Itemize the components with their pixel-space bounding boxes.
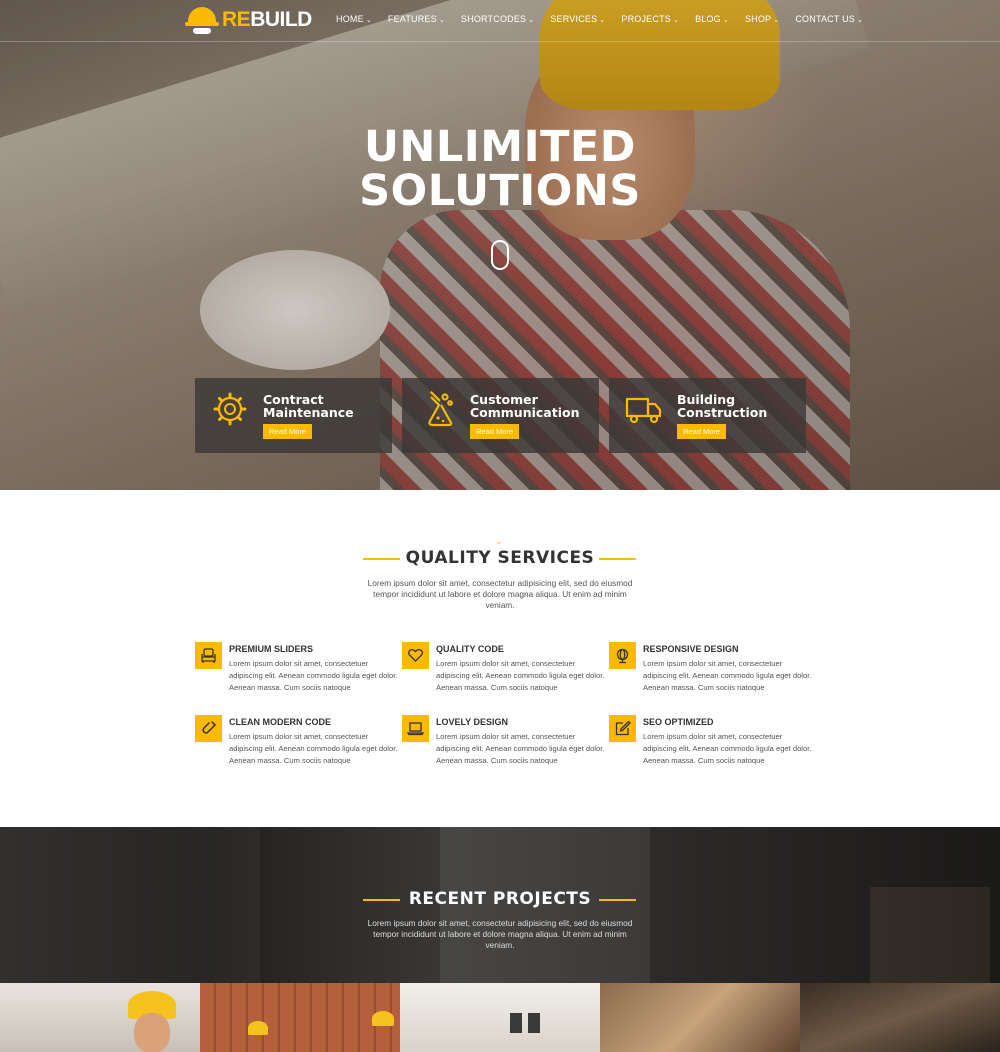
project-thumbnail-tools[interactable] [600, 983, 800, 1052]
logo-text: REBUILD [222, 8, 312, 31]
menu-item-services[interactable]: SERVICES ⌄ [550, 14, 605, 24]
recent-projects-description: Lorem ipsum dolor sit amet, consectetur … [367, 918, 633, 950]
chevron-down-icon: ⌄ [365, 17, 372, 24]
service-text: Lorem ipsum dolor sit amet, consectetuer… [436, 732, 605, 765]
menu-item-blog[interactable]: BLOG ⌄ [695, 14, 729, 24]
project-thumbnail-bricks[interactable] [200, 983, 400, 1052]
menu-item-contact[interactable]: CONTACT US ⌄ [795, 14, 863, 24]
service-text: Lorem ipsum dolor sit amet, consectetuer… [643, 659, 812, 692]
magnet-icon [195, 715, 222, 742]
laptop-icon [402, 715, 429, 742]
chevron-down-icon: ⌄ [528, 17, 535, 24]
menu-item-home[interactable]: HOME ⌄ [336, 14, 372, 24]
service-title: QUALITY CODE [436, 644, 504, 654]
chevron-down-icon: ⌄ [599, 17, 606, 24]
project-thumbnails [0, 983, 1000, 1052]
project-thumbnail-interior[interactable] [400, 983, 600, 1052]
scroll-mouse-icon[interactable] [491, 240, 509, 270]
chevron-down-icon: ⌄ [773, 17, 780, 24]
project-thumbnail-worker[interactable] [0, 983, 200, 1052]
feature-title: Contract Maintenance [263, 392, 354, 420]
chevron-down-icon: ⌄ [857, 17, 864, 24]
chevron-down-icon: ⌄ [438, 17, 445, 24]
heart-icon [402, 642, 429, 669]
flask-icon [428, 391, 453, 427]
feature-box-contract-maintenance: Contract Maintenance Read More [195, 378, 392, 453]
service-clean-modern-code: CLEAN MODERN CODE Lorem ipsum dolor sit … [195, 715, 397, 775]
site-logo[interactable]: REBUILD [185, 5, 312, 35]
service-responsive-design: RESPONSIVE DESIGN Lorem ipsum dolor sit … [609, 642, 811, 702]
service-premium-sliders: PREMIUM SLIDERS Lorem ipsum dolor sit am… [195, 642, 397, 702]
project-thumbnail-attic[interactable] [800, 983, 1000, 1052]
hero-title: UNLIMITED SOLUTIONS [359, 122, 641, 216]
recent-projects-title: RECENT PROJECTS [408, 889, 592, 909]
title-divider-right [599, 899, 636, 901]
main-menu: HOME ⌄ FEATURES ⌄ SHORTCODES ⌄ SERVICES ⌄ PR… [336, 14, 879, 24]
service-text: Lorem ipsum dolor sit amet, consectetuer… [229, 659, 398, 692]
quality-services-description: Lorem ipsum dolor sit amet, consectetur … [367, 578, 633, 610]
hardhat-logo-icon [185, 5, 219, 35]
menu-item-projects[interactable]: PROJECTS ⌄ [621, 14, 679, 24]
menu-item-shortcodes[interactable]: SHORTCODES ⌄ [461, 14, 534, 24]
title-divider-right [599, 558, 636, 560]
globe-icon [609, 642, 636, 669]
service-title: SEO OPTIMIZED [643, 717, 714, 727]
chevron-down-icon: ⌄ [495, 536, 503, 546]
service-text: Lorem ipsum dolor sit amet, consectetuer… [643, 732, 812, 765]
service-title: CLEAN MODERN CODE [229, 717, 332, 727]
menu-item-shop[interactable]: SHOP ⌄ [745, 14, 779, 24]
service-text: Lorem ipsum dolor sit amet, consectetuer… [436, 659, 605, 692]
couch-icon [195, 642, 222, 669]
feature-box-building-construction: Building Construction Read More [609, 378, 806, 453]
truck-icon [625, 397, 662, 424]
service-quality-code: QUALITY CODE Lorem ipsum dolor sit amet,… [402, 642, 604, 702]
chevron-down-icon: ⌄ [722, 17, 729, 24]
service-lovely-design: LOVELY DESIGN Lorem ipsum dolor sit amet… [402, 715, 604, 775]
service-title: PREMIUM SLIDERS [229, 644, 314, 654]
read-more-button[interactable]: Read More [263, 424, 313, 439]
edit-icon [609, 715, 636, 742]
service-title: RESPONSIVE DESIGN [643, 644, 739, 654]
service-seo-optimized: SEO OPTIMIZED Lorem ipsum dolor sit amet… [609, 715, 811, 775]
chevron-down-icon: ⌄ [672, 17, 680, 24]
menu-item-features[interactable]: FEATURES ⌄ [388, 14, 445, 24]
top-navigation: REBUILD HOME ⌄ FEATURES ⌄ SHORTCODES ⌄ SERV… [0, 0, 1000, 42]
feature-box-customer-communication: Customer Communication Read More [402, 378, 599, 453]
gear-icon [213, 392, 247, 426]
service-title: LOVELY DESIGN [436, 717, 509, 727]
quality-services-title: QUALITY SERVICES [405, 548, 595, 568]
feature-title: Building Construction [677, 392, 768, 420]
read-more-button[interactable]: Read More [470, 424, 520, 439]
service-text: Lorem ipsum dolor sit amet, consectetuer… [229, 732, 398, 765]
recent-projects-section: RECENT PROJECTS Lorem ipsum dolor sit am… [0, 827, 1000, 983]
feature-title: Customer Communication [470, 392, 580, 420]
read-more-button[interactable]: Read More [677, 424, 727, 439]
hero-section: REBUILD HOME ⌄ FEATURES ⌄ SHORTCODES ⌄ SERV… [0, 0, 1000, 490]
